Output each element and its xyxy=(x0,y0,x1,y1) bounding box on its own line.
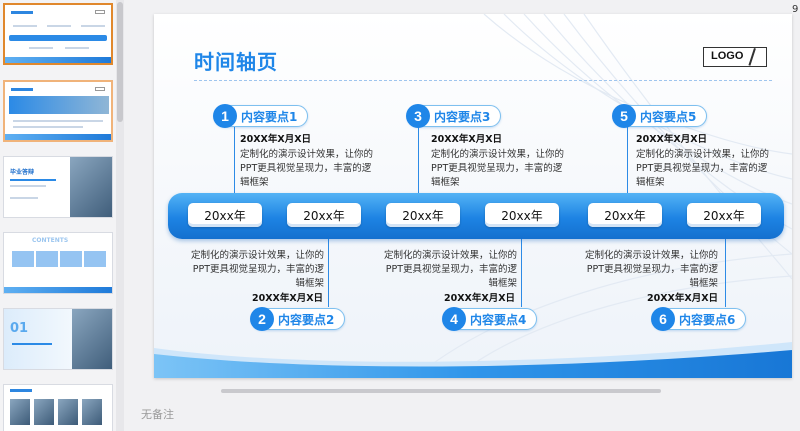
point-label: 内容要点4 xyxy=(470,312,527,327)
logo-slash-icon xyxy=(748,48,756,66)
point-6-date: 20XX年X月X日 xyxy=(647,293,719,304)
point-1-pill[interactable]: 1 内容要点1 xyxy=(213,104,309,128)
logo-text: LOGO xyxy=(711,50,744,62)
year-label-4[interactable]: 20xx年 xyxy=(485,203,559,227)
edge-number: 9 xyxy=(792,4,799,15)
point-5-description: 定制化的演示设计效果，让你的PPT更具视觉呈现力，丰富的逻辑框架 xyxy=(636,149,770,188)
point-4-description: 定制化的演示设计效果，让你的PPT更具视觉呈现力，丰富的逻辑框架 xyxy=(383,250,517,289)
connector-line xyxy=(521,239,522,307)
point-5-pill[interactable]: 5 内容要点5 xyxy=(612,104,708,128)
point-label: 内容要点3 xyxy=(434,109,491,124)
point-number-badge: 4 xyxy=(442,307,466,331)
point-4-pill[interactable]: 4 内容要点4 xyxy=(442,307,538,331)
point-6-pill[interactable]: 6 内容要点6 xyxy=(651,307,747,331)
slide-canvas[interactable]: 时间轴页 LOGO 1 内容要点1 20XX年X月X日 定制化的演示设计效果，让… xyxy=(154,14,792,378)
connector-line xyxy=(627,122,628,194)
point-4-date: 20XX年X月X日 xyxy=(444,293,516,304)
point-label: 内容要点6 xyxy=(679,312,736,327)
year-label-1[interactable]: 20xx年 xyxy=(188,203,262,227)
point-2-date: 20XX年X月X日 xyxy=(252,293,324,304)
point-2-description: 定制化的演示设计效果，让你的PPT更具视觉呈现力，丰富的逻辑框架 xyxy=(190,250,324,289)
point-1-description: 定制化的演示设计效果，让你的PPT更具视觉呈现力，丰富的逻辑框架 xyxy=(240,149,374,188)
slide-title: 时间轴页 xyxy=(194,50,278,74)
point-label: 内容要点5 xyxy=(640,109,697,124)
connector-line xyxy=(328,239,329,307)
year-label-3[interactable]: 20xx年 xyxy=(386,203,460,227)
point-1-date: 20XX年X月X日 xyxy=(240,134,312,145)
horizontal-scrollbar[interactable] xyxy=(221,389,661,393)
point-number-badge: 2 xyxy=(250,307,274,331)
bottom-wave-decoration xyxy=(154,342,792,378)
point-6-description: 定制化的演示设计效果，让你的PPT更具视觉呈现力，丰富的逻辑框架 xyxy=(584,250,718,289)
point-3-description: 定制化的演示设计效果，让你的PPT更具视觉呈现力，丰富的逻辑框架 xyxy=(431,149,565,188)
point-number-badge: 3 xyxy=(406,104,430,128)
point-number-badge: 5 xyxy=(612,104,636,128)
point-number-badge: 1 xyxy=(213,104,237,128)
timeline-band: 20xx年 20xx年 20xx年 20xx年 20xx年 20xx年 xyxy=(168,193,784,239)
connector-line xyxy=(725,239,726,307)
year-label-5[interactable]: 20xx年 xyxy=(588,203,662,227)
title-divider xyxy=(194,80,772,81)
year-label-6[interactable]: 20xx年 xyxy=(687,203,761,227)
year-label-2[interactable]: 20xx年 xyxy=(287,203,361,227)
slide-thumbnail-5[interactable]: 01 xyxy=(3,308,113,370)
connector-line xyxy=(234,122,235,194)
slide-thumbnail-3[interactable]: 毕业答辩 xyxy=(3,156,113,218)
slide-thumbnail-1[interactable] xyxy=(3,3,113,65)
logo-box: LOGO xyxy=(703,47,767,67)
slide-thumbnail-4[interactable]: CONTENTS xyxy=(3,232,113,294)
point-3-date: 20XX年X月X日 xyxy=(431,134,503,145)
point-label: 内容要点2 xyxy=(278,312,335,327)
connector-line xyxy=(418,122,419,194)
slide-thumbnail-6[interactable] xyxy=(3,384,113,431)
slide-thumbnail-2[interactable] xyxy=(3,80,113,142)
thumbnail-scrollbar-thumb[interactable] xyxy=(117,2,123,122)
point-5-date: 20XX年X月X日 xyxy=(636,134,708,145)
notes-placeholder[interactable]: 无备注 xyxy=(141,406,174,422)
point-3-pill[interactable]: 3 内容要点3 xyxy=(406,104,502,128)
slide-thumbnail-panel: 毕业答辩 CONTENTS 01 xyxy=(0,0,124,431)
point-2-pill[interactable]: 2 内容要点2 xyxy=(250,307,346,331)
point-number-badge: 6 xyxy=(651,307,675,331)
point-label: 内容要点1 xyxy=(241,109,298,124)
